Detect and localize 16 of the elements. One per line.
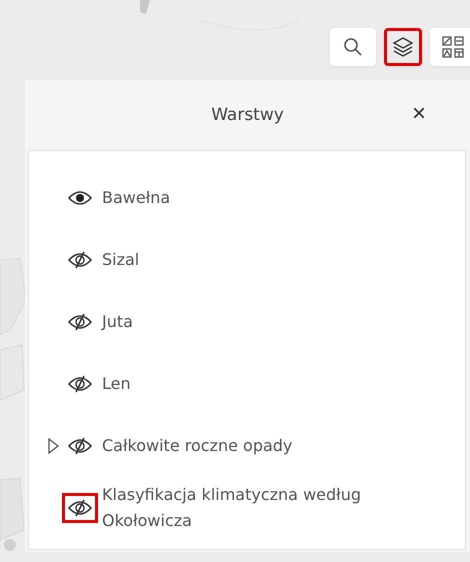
eye-off-icon[interactable]	[62, 493, 98, 523]
layer-label[interactable]: Klasyfikacja klimatyczna według Okołowicza	[102, 482, 432, 534]
layer-label[interactable]: Bawełna	[102, 185, 170, 211]
search-button[interactable]	[330, 28, 376, 66]
layer-label[interactable]: Sizal	[102, 247, 140, 273]
basemap-gallery-icon	[441, 35, 465, 59]
layers-button[interactable]	[384, 28, 422, 66]
layer-label[interactable]: Całkowite roczne opady	[102, 433, 292, 459]
panel-title: Warstwy	[211, 105, 284, 125]
expand-icon[interactable]	[47, 438, 59, 454]
layer-label[interactable]: Len	[102, 371, 131, 397]
layer-label[interactable]: Juta	[102, 309, 133, 335]
basemap-button[interactable]	[430, 28, 470, 66]
layers-icon	[392, 36, 414, 58]
close-button[interactable]: ×	[408, 102, 430, 126]
search-icon	[343, 37, 363, 57]
